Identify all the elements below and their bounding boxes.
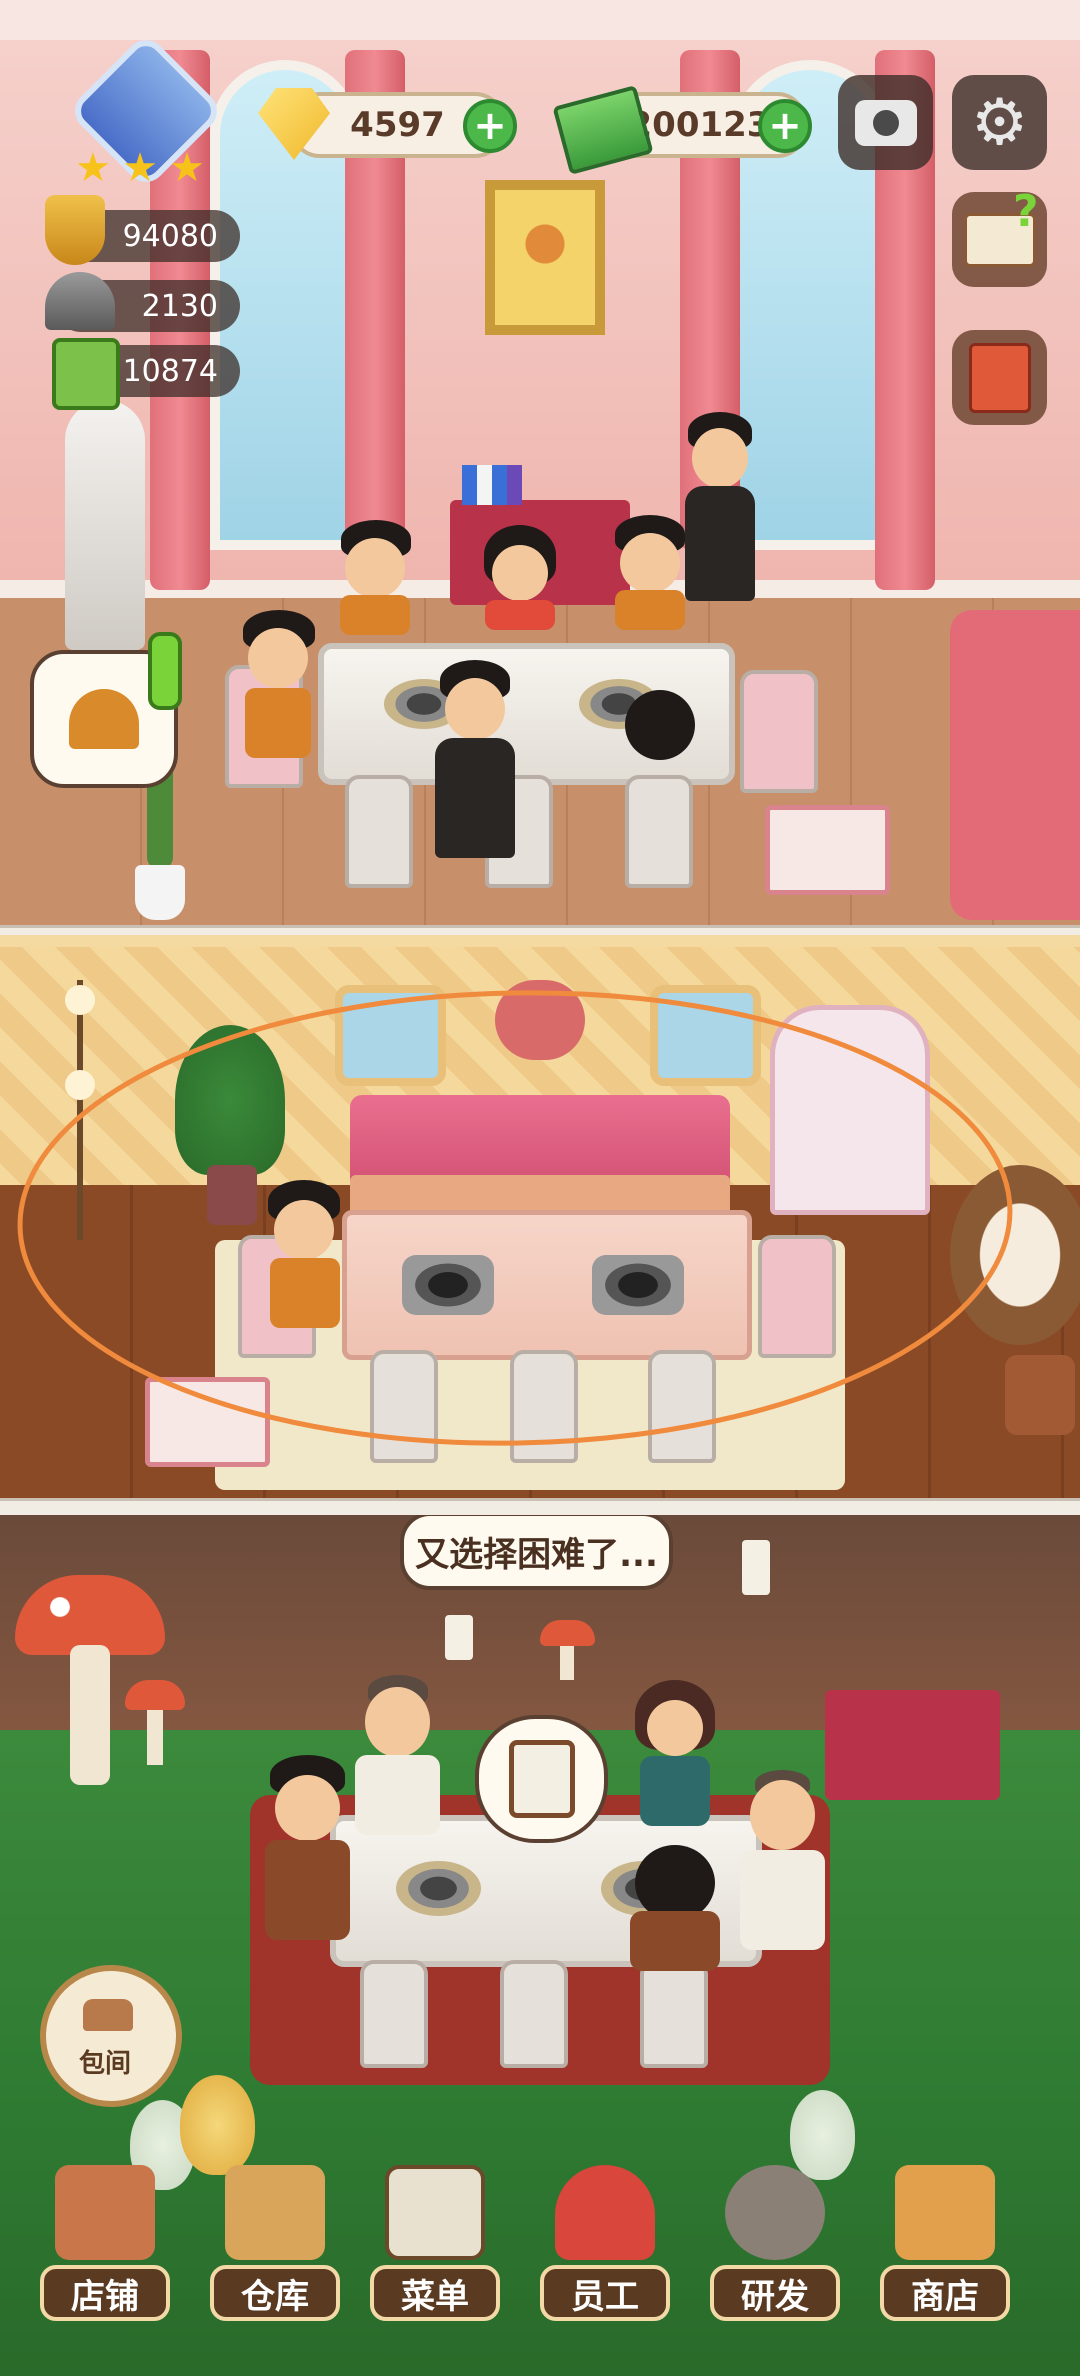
nav-store[interactable]: 商店 — [880, 2165, 1010, 2321]
customer[interactable] — [625, 1845, 725, 1975]
camera-button[interactable] — [838, 75, 933, 170]
customer[interactable] — [610, 515, 690, 630]
waiter[interactable] — [680, 412, 760, 602]
speech-text: 又选择困难了... — [415, 1534, 658, 1575]
candle — [742, 1540, 770, 1595]
trophy-icon — [45, 195, 105, 265]
boxes-icon — [225, 2165, 325, 2260]
customer[interactable] — [335, 520, 415, 635]
nav-label: 商店 — [880, 2265, 1010, 2321]
candle — [445, 1615, 473, 1660]
recipe-book-icon — [52, 338, 120, 410]
star-icon: ★ — [122, 145, 158, 191]
customer[interactable] — [625, 690, 695, 780]
selection-ring — [17, 990, 1013, 1446]
guide-book-icon: ? — [963, 186, 1039, 267]
side-table — [765, 805, 890, 895]
customer[interactable] — [480, 525, 560, 630]
clipboard-icon — [508, 1740, 575, 1818]
nav-warehouse[interactable]: 仓库 — [210, 2165, 340, 2321]
chair — [740, 670, 818, 793]
settings-button[interactable]: ⚙ — [952, 75, 1047, 170]
stat-value: 94080 — [122, 218, 218, 254]
customer[interactable] — [260, 1755, 355, 1945]
customer[interactable] — [635, 1680, 715, 1830]
pink-sofa — [950, 610, 1080, 920]
customer-speech-bubble: 又选择困难了... — [400, 1515, 673, 1590]
waiter[interactable] — [430, 660, 520, 860]
stat-value: 2130 — [141, 288, 218, 324]
nav-label: 店铺 — [40, 2265, 170, 2321]
level-stars: ★ ★ ★ — [75, 145, 205, 191]
nav-research[interactable]: 研发 — [710, 2165, 840, 2321]
private-room-button[interactable]: 包间 — [40, 1965, 182, 2107]
chef-girl-icon — [555, 2165, 655, 2260]
nav-staff[interactable]: 员工 — [540, 2165, 670, 2321]
customer[interactable] — [240, 610, 320, 760]
gear-icon: ⚙ — [970, 85, 1029, 160]
nav-label: 菜单 — [370, 2265, 500, 2321]
exclamation-icon — [148, 632, 182, 710]
chair — [345, 775, 413, 888]
egg-decoration — [180, 2075, 255, 2175]
notebook-button[interactable] — [952, 330, 1047, 425]
sunflower-painting — [485, 180, 605, 335]
gem-value: 4597 — [350, 105, 445, 145]
bell-notification-bubble[interactable] — [30, 632, 182, 788]
guide-button[interactable]: ? — [952, 186, 1047, 287]
shop-stall-icon — [895, 2165, 995, 2260]
private-room-label: 包间 — [78, 2049, 131, 2079]
add-gems-button[interactable]: + — [463, 99, 517, 153]
private-dining-room[interactable] — [0, 935, 1080, 1515]
angel-statue — [65, 400, 145, 650]
ceiling-molding — [0, 0, 1080, 40]
sofa-icon — [83, 1999, 133, 2031]
nav-menu[interactable]: 菜单 — [370, 2165, 500, 2321]
level-badge[interactable]: ★ ★ ★ — [45, 31, 235, 195]
stat-value: 10874 — [122, 353, 218, 389]
nav-label: 研发 — [710, 2265, 840, 2321]
storefront-icon — [55, 2165, 155, 2260]
menu-clipboard-icon — [385, 2165, 485, 2260]
star-icon: ★ — [75, 145, 111, 191]
bell-icon — [69, 689, 139, 749]
wok-icon — [725, 2165, 825, 2260]
nav-shop[interactable]: 店铺 — [40, 2165, 170, 2321]
chair — [500, 1960, 568, 2068]
chair — [625, 775, 693, 888]
chair — [360, 1960, 428, 2068]
camera-icon — [854, 99, 917, 146]
small-mushroom — [125, 1680, 185, 1765]
order-bubble[interactable] — [475, 1715, 608, 1843]
bookshelf — [825, 1690, 1000, 1800]
hotpot-burner — [396, 1861, 481, 1916]
nav-label: 员工 — [540, 2265, 670, 2321]
chair — [640, 1960, 708, 2068]
notebook-icon — [968, 342, 1031, 413]
add-cash-button[interactable]: + — [758, 99, 812, 153]
star-icon: ★ — [169, 145, 205, 191]
customer[interactable] — [350, 1675, 445, 1835]
small-mushroom — [540, 1620, 595, 1680]
customer[interactable] — [735, 1770, 830, 1960]
nav-label: 仓库 — [210, 2265, 340, 2321]
